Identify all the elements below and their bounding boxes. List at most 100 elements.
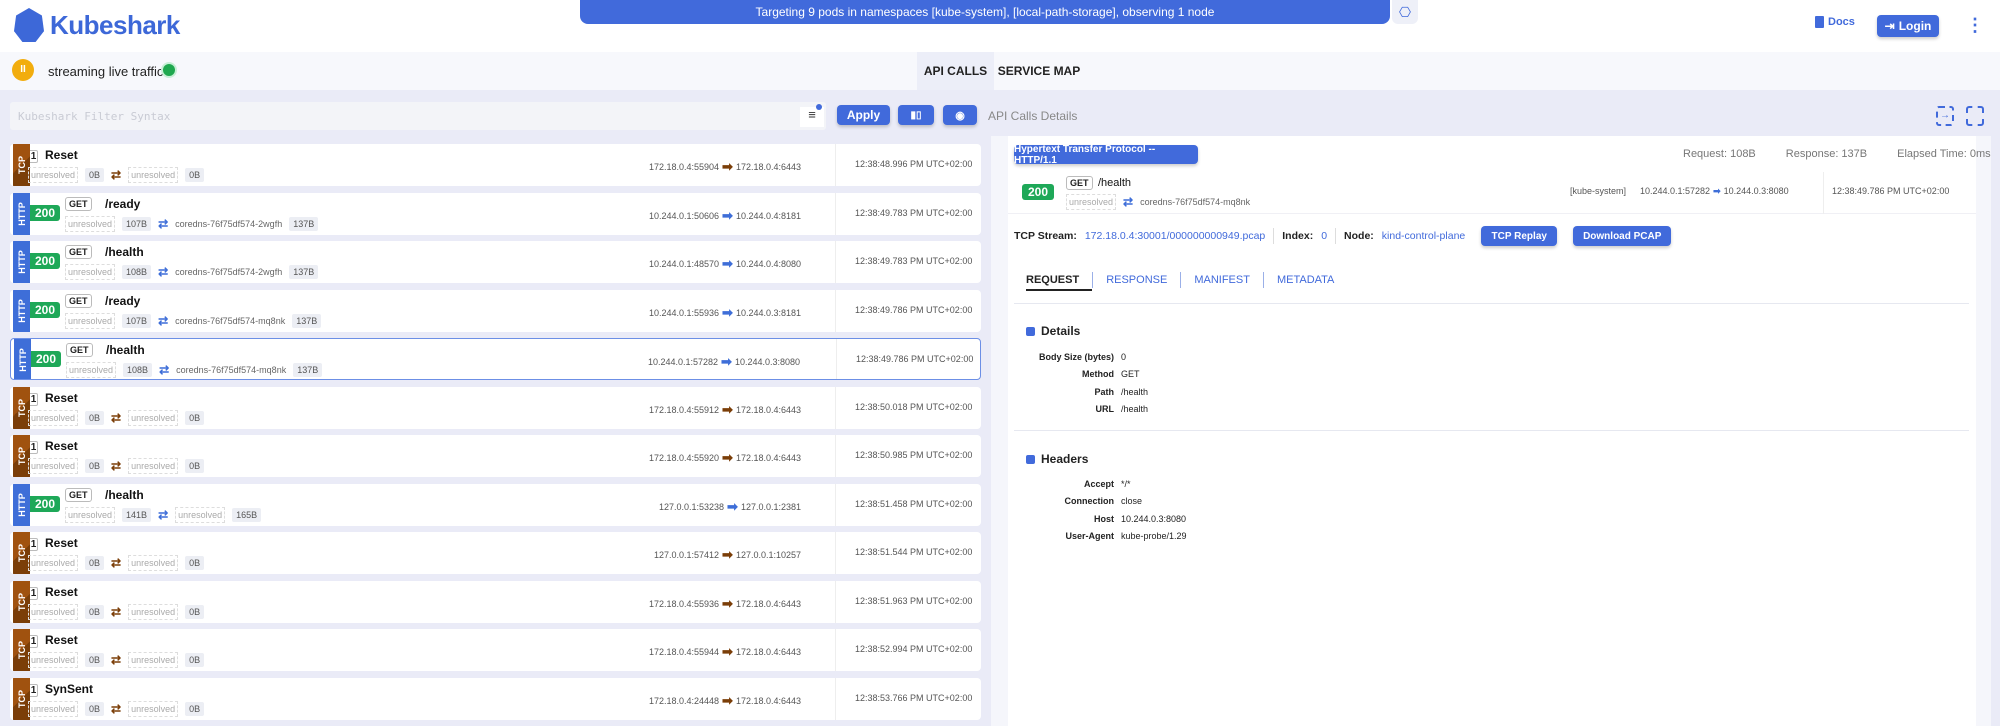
exchange-icon: ⇄ — [158, 507, 169, 522]
streaming-status: streaming live traffic — [48, 64, 164, 79]
status-badge: 1 — [30, 538, 38, 551]
shark-logo-icon — [14, 8, 44, 42]
tcp-stream-info: TCP Stream: 172.18.0.4:30001/000000000949… — [1014, 226, 1672, 246]
entry-row[interactable]: TCP 1 Reset unresolved 0B ⇄ unresolved 0B 172.18… — [10, 629, 981, 671]
entry-name: Reset — [45, 390, 78, 405]
entry-endpoints: unresolved 0B ⇄ unresolved 0B — [28, 700, 205, 717]
kv-key: Method — [1082, 369, 1114, 380]
entry-row[interactable]: HTTP 200 GET/health unresolved 108B ⇄ coredns-… — [10, 338, 981, 380]
entry-addresses: 10.244.0.1:50606 ➡ 10.244.0.4:8181 — [649, 208, 801, 224]
source-address: 172.18.0.4:55920 — [648, 453, 720, 463]
tcp-stream-link[interactable]: 172.18.0.4:30001/000000000949.pcap — [1085, 230, 1265, 242]
details-section-toggle[interactable]: Details — [1026, 324, 1080, 338]
method-badge: GET — [66, 343, 93, 357]
entry-row[interactable]: TCP 1 Reset unresolved 0B ⇄ unresolved 0B 127.0.… — [10, 532, 981, 574]
destination-address: 172.18.0.4:6443 — [735, 598, 801, 609]
response-size: Response: 137B — [1785, 148, 1868, 160]
kv-row: Host 10.244.0.3:8080 — [1026, 510, 1187, 528]
response-size: 0B — [185, 168, 205, 182]
divider — [835, 386, 836, 429]
source-name: unresolved — [28, 555, 79, 571]
entry-endpoints: unresolved 0B ⇄ unresolved 0B — [28, 409, 205, 426]
entry-row[interactable]: TCP 1 Reset unresolved 0B ⇄ unresolved 0B 172.18… — [10, 435, 981, 477]
docs-link[interactable]: Docs — [1815, 16, 1855, 28]
arrow-right-icon: ➡ — [722, 450, 733, 465]
divider — [835, 483, 836, 526]
tab-manifest[interactable]: MANIFEST — [1180, 272, 1263, 288]
entry-row[interactable]: HTTP 200 GET/health unresolved 108B ⇄ coredns-… — [10, 241, 981, 283]
tab-service-map[interactable]: SERVICE MAP — [996, 52, 1082, 90]
download-pcap-button[interactable]: Download PCAP — [1573, 226, 1672, 246]
filter-input[interactable]: Kubeshark Filter Syntax — [10, 102, 826, 130]
kv-key: Host — [1094, 513, 1114, 524]
live-indicator-icon — [163, 64, 175, 76]
record-button[interactable]: ◉ — [943, 105, 977, 125]
entry-row[interactable]: TCP 1 Reset unresolved 0B ⇄ unresolved 0B 172.18… — [10, 580, 981, 623]
entry-row[interactable]: TCP 1 Reset unresolved 0B ⇄ unresolved 0B 172.18… — [10, 386, 981, 429]
entry-endpoints: unresolved 107B ⇄ coredns-76f75df574-mq8nk 1… — [65, 312, 322, 329]
method-badge: GET — [65, 196, 92, 211]
entry-timestamp: 12:38:50.018 PM UTC+02:00 — [855, 401, 973, 412]
entry-row[interactable]: TCP 1 Reset unresolved 0B ⇄ unresolved 0B 172.18… — [10, 144, 981, 186]
split-view-icon[interactable]: → — [1936, 106, 1954, 126]
tab-metadata[interactable]: METADATA — [1262, 272, 1347, 288]
entry-row[interactable]: HTTP 200 GET/ready unresolved 107B ⇄ coredns-7… — [10, 192, 981, 235]
kubeshark-logo[interactable]: Kubeshark — [14, 8, 180, 42]
kv-value: */* — [1121, 478, 1131, 489]
entry-timestamp: 12:38:49.786 PM UTC+02:00 — [855, 304, 973, 315]
entry-addresses: 127.0.0.1:53238 ➡ 127.0.0.1:2381 — [659, 499, 801, 515]
source-name: unresolved — [65, 215, 116, 232]
filter-icon[interactable]: ≡ — [800, 107, 824, 127]
entry-addresses: 172.18.0.4:55912 ➡ 172.18.0.4:6443 — [649, 402, 801, 418]
kv-key: User-Agent — [1065, 531, 1114, 542]
destination-name: unresolved — [128, 458, 179, 474]
destination-address: 172.18.0.4:6443 — [735, 695, 801, 706]
elapsed-time: Elapsed Time: 0ms — [1897, 148, 1991, 160]
login-button[interactable]: ⇥ Login — [1877, 15, 1939, 37]
kv-value: GET — [1121, 369, 1140, 380]
source-address: 172.18.0.4:55944 — [648, 647, 720, 657]
status-badge: 1 — [30, 441, 38, 454]
filter-docs-button[interactable]: ▮▯ — [898, 105, 934, 125]
apply-button[interactable]: Apply — [837, 105, 890, 125]
entries-list[interactable]: TCP 1 Reset unresolved 0B ⇄ unresolved 0B 172.18… — [10, 136, 982, 726]
size-summary: Request: 108B Response: 137B Elapsed Tim… — [1683, 148, 1991, 160]
exchange-icon: ⇄ — [158, 313, 169, 328]
entry-row[interactable]: TCP 1 SynSent unresolved 0B ⇄ unresolved 0B 172.… — [10, 677, 981, 720]
kv-row: User-Agent kube-probe/1.29 — [1026, 528, 1187, 546]
request-size: 0B — [85, 653, 105, 667]
kv-row: Connection close — [1026, 493, 1187, 511]
arrow-right-icon: ➡ — [722, 595, 733, 611]
response-size: 0B — [185, 653, 205, 667]
protocol-label: TCP — [16, 641, 27, 659]
destination-name: coredns-76f75df574-mq8nk — [176, 365, 287, 375]
tcp-replay-button[interactable]: TCP Replay — [1481, 226, 1558, 246]
more-menu-icon[interactable]: ⋮ — [1966, 14, 1984, 38]
kv-value: kube-probe/1.29 — [1121, 531, 1187, 542]
entry-row[interactable]: HTTP 200 GET/health unresolved 141B ⇄ unresolv… — [10, 483, 981, 526]
entry-row[interactable]: HTTP 200 GET/ready unresolved 107B ⇄ coredns-7… — [10, 289, 981, 332]
protocol-tag: HTTP — [13, 289, 30, 332]
method-badge: GET — [65, 293, 92, 308]
exchange-icon: ⇄ — [111, 604, 122, 619]
status-badge: 200 — [30, 301, 60, 318]
tab-response[interactable]: RESPONSE — [1092, 272, 1180, 288]
tab-api-calls[interactable]: API CALLS — [917, 52, 994, 90]
entry-timestamp: 12:38:48.996 PM UTC+02:00 — [855, 159, 973, 169]
protocol-label: TCP — [16, 156, 27, 174]
pod-targeting-icon[interactable]: ⎔ — [1392, 0, 1418, 24]
protocol-label: TCP — [16, 447, 27, 465]
entry-addresses: 10.244.0.1:57282 ➡ 10.244.0.3:8080 — [648, 354, 800, 370]
source-name: unresolved — [28, 700, 79, 717]
arrow-right-icon: ➡ — [721, 354, 732, 369]
arrow-right-icon: ➡ — [722, 304, 733, 320]
divider — [835, 435, 836, 477]
response-size: 0B — [185, 556, 205, 570]
tab-request[interactable]: REQUEST — [1026, 272, 1093, 291]
headers-section-toggle[interactable]: Headers — [1026, 452, 1088, 466]
arrow-right-icon: ➡ — [722, 401, 733, 417]
pause-button[interactable]: II — [12, 59, 34, 81]
request-size: 108B — [122, 265, 152, 279]
status-badge: 1 — [30, 683, 38, 697]
exchange-icon: ⇄ — [111, 168, 122, 182]
